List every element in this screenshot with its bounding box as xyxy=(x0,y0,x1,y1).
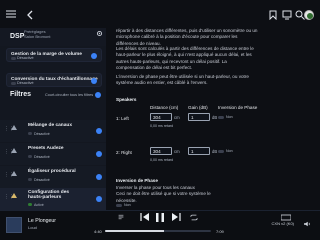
dsp-title: DSP xyxy=(10,33,25,40)
filter-icon xyxy=(11,125,17,130)
card-status: Désactivé xyxy=(17,81,34,85)
info-icon[interactable] xyxy=(96,151,102,157)
volume-headroom-card[interactable]: Gestion de la marge de volume Désactivé xyxy=(6,48,102,62)
info-icon[interactable] xyxy=(96,174,102,180)
speaker1-phase-toggle[interactable] xyxy=(218,116,224,119)
speaker2-phase-value: Non xyxy=(226,149,233,153)
remaining-time: 7:09 xyxy=(216,229,224,234)
filter-status: Désactivé xyxy=(34,132,50,136)
speaker2-distance-input[interactable]: 304 xyxy=(150,147,172,155)
filter-row-audeze-presets[interactable]: ⋮⋮ Presets Audeze Désactivé xyxy=(0,143,106,165)
info-icon[interactable] xyxy=(96,128,102,134)
progress-fill xyxy=(105,230,165,232)
album-art[interactable] xyxy=(6,217,22,233)
sample-rate-card[interactable]: Conversion du taux d'échantillonnage Dés… xyxy=(6,73,102,87)
info-icon[interactable] xyxy=(91,53,97,59)
filter-title: Presets Audeze xyxy=(28,146,64,151)
gear-icon[interactable] xyxy=(96,30,103,39)
filter-status: Désactivé xyxy=(34,155,50,159)
filter-icon xyxy=(11,193,17,198)
toggle-channel-mix[interactable] xyxy=(28,132,32,135)
dsp-preset[interactable]: Préréglages Salon Bromont xyxy=(24,29,51,40)
distance-unit: cm xyxy=(174,149,180,154)
phase-inversion-heading: Inversion de Phase xyxy=(116,178,158,183)
phase-line: système audio en entier, est câblé à l'e… xyxy=(116,80,208,86)
filter-title-line2: hauts-parleurs xyxy=(28,195,62,201)
speaker-label: 2: Right xyxy=(116,150,132,155)
filter-title: Mélange de canaux xyxy=(28,123,72,128)
track-artist[interactable]: Loud xyxy=(28,225,37,230)
toggle-audeze-presets[interactable] xyxy=(28,155,32,158)
distance-column-header: Distance (cm) xyxy=(150,105,179,110)
delay-paragraph: Les délais sont calculés à partir des di… xyxy=(116,46,312,72)
user-avatar-icon[interactable] xyxy=(304,10,314,20)
bypass-all-filters[interactable]: Court-circuiter tous les filtres xyxy=(45,93,93,97)
output-device-label[interactable]: CXN v2 (K0) xyxy=(272,221,294,226)
speaker1-distance-input[interactable]: 304 xyxy=(150,113,172,121)
queue-icon[interactable] xyxy=(118,214,124,222)
elapsed-time: 4:40 xyxy=(94,229,102,234)
filter-row-procedural-eq[interactable]: ⋮⋮ Égaliseur procédural Désactivé xyxy=(0,166,106,188)
repeat-icon[interactable] xyxy=(190,214,198,223)
global-phase-toggle[interactable] xyxy=(116,204,122,207)
filter-title: Configuration des hauts-parleurs xyxy=(28,190,69,201)
speakers-heading: Speakers xyxy=(116,97,137,102)
menu-icon[interactable] xyxy=(6,10,16,18)
distance-unit: cm xyxy=(174,115,180,120)
progress-bar[interactable] xyxy=(105,230,211,232)
filter-icon xyxy=(11,171,17,176)
speaker1-delay: 0,00 ms retard xyxy=(150,124,174,128)
speaker-label: 1: Left xyxy=(116,116,129,121)
info-icon[interactable] xyxy=(91,78,97,84)
next-icon[interactable] xyxy=(171,213,181,223)
toggle-volume-headroom[interactable] xyxy=(11,57,16,60)
previous-icon[interactable] xyxy=(140,213,150,223)
filter-title: Égaliseur procédural xyxy=(28,169,76,174)
toggle-speaker-setup[interactable] xyxy=(28,203,32,206)
gain-unit: dB xyxy=(212,149,218,154)
phase-column-header: Inversion de Phase xyxy=(218,105,258,110)
speaker1-phase-value: Non xyxy=(226,115,233,119)
speaker2-gain-input[interactable]: 1 xyxy=(188,147,210,155)
bookmark-icon[interactable] xyxy=(269,10,277,23)
toggle-procedural-eq[interactable] xyxy=(28,178,32,181)
speaker2-phase-toggle[interactable] xyxy=(218,150,224,153)
phase-desc-line: nécessite. xyxy=(116,197,137,203)
phase-paragraph: L'inversion de phase peut être utilisée … xyxy=(116,74,312,87)
filter-icon xyxy=(11,148,17,153)
chevron-left-icon[interactable] xyxy=(26,10,34,23)
filter-row-speaker-setup[interactable]: ⋮⋮ Configuration des hauts-parleurs Acti… xyxy=(0,188,106,210)
filter-row-channel-mix[interactable]: ⋮⋮ Mélange de canaux Désactivé xyxy=(0,120,106,142)
filter-status: Activé xyxy=(34,203,44,207)
track-title[interactable]: Le Plongeur xyxy=(28,218,56,224)
dsp-preset-value: Salon Bromont xyxy=(24,33,51,39)
pause-icon[interactable] xyxy=(156,213,164,224)
display-icon[interactable] xyxy=(282,10,292,23)
info-icon[interactable] xyxy=(95,92,101,98)
filters-title: Filtres xyxy=(10,91,32,98)
filter-status: Désactivé xyxy=(34,178,50,182)
phase-inversion-description: Inverser la phase pour tous les canaux C… xyxy=(116,185,246,204)
intro-paragraph: répartir à des distances différentes, pu… xyxy=(116,28,312,47)
global-phase-value: Non xyxy=(124,203,131,207)
info-icon[interactable] xyxy=(96,196,102,202)
card-status: Désactivé xyxy=(17,56,34,60)
volume-icon[interactable] xyxy=(303,221,311,229)
gain-column-header: Gain (dB) xyxy=(188,105,208,110)
gain-unit: dB xyxy=(212,115,218,120)
toggle-sample-rate[interactable] xyxy=(11,82,16,85)
speaker1-gain-input[interactable]: 1 xyxy=(188,113,210,121)
delay-line: compensation de délai est bit perfect. xyxy=(116,65,193,71)
speaker2-delay: 0,00 ms retard xyxy=(150,158,174,162)
